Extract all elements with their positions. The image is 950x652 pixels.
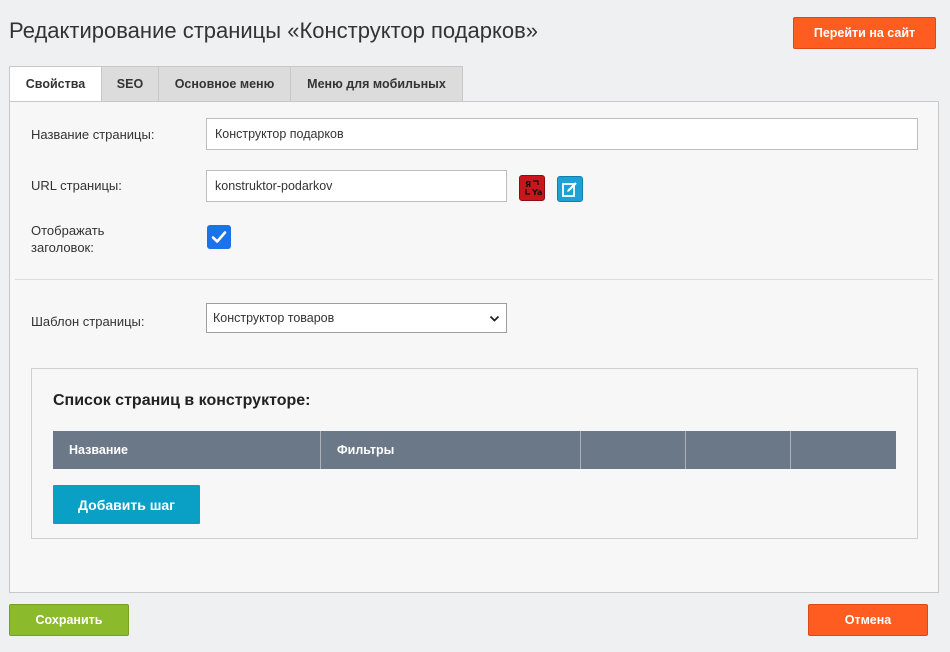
tab-properties[interactable]: Свойства [9, 66, 102, 102]
template-select[interactable]: Конструктор товаров [206, 303, 507, 333]
add-step-button[interactable]: Добавить шаг [53, 485, 200, 524]
url-label: URL страницы: [31, 178, 122, 193]
tab-main-menu[interactable]: Основное меню [159, 66, 291, 102]
constructor-table-header: Название Фильтры [53, 431, 896, 469]
show-title-label: Отображать заголовок: [31, 222, 104, 256]
section-divider [15, 279, 933, 280]
constructor-pages-box: Список страниц в конструкторе: Название … [31, 368, 918, 539]
tab-mobile-menu[interactable]: Меню для мобильных [291, 66, 463, 102]
show-title-label-line2: заголовок: [31, 240, 94, 255]
save-button[interactable]: Сохранить [9, 604, 129, 636]
svg-text:Ya: Ya [531, 188, 542, 197]
chevron-down-icon [489, 315, 500, 322]
column-empty-2 [686, 431, 791, 469]
show-title-checkbox[interactable] [207, 225, 231, 249]
page-title: Редактирование страницы «Конструктор под… [9, 18, 538, 43]
page-name-label: Название страницы: [31, 127, 155, 142]
edit-icon[interactable] [557, 176, 583, 202]
tab-bar: Свойства SEO Основное меню Меню для моби… [9, 66, 463, 102]
properties-panel: Название страницы: Конструктор подарков … [9, 101, 939, 593]
svg-text:Я: Я [525, 180, 531, 189]
url-input[interactable]: konstruktor-podarkov [206, 170, 507, 202]
show-title-label-line1: Отображать [31, 223, 105, 238]
checkmark-icon [211, 231, 227, 243]
tab-seo[interactable]: SEO [102, 66, 159, 102]
translit-icon[interactable]: Я Ya [519, 175, 545, 201]
constructor-pages-title: Список страниц в конструкторе: [53, 392, 311, 409]
column-empty-1 [581, 431, 686, 469]
template-select-value: Конструктор товаров [213, 311, 335, 325]
go-to-site-button[interactable]: Перейти на сайт [793, 17, 936, 49]
column-empty-3 [791, 431, 896, 469]
page-name-input[interactable]: Конструктор подарков [206, 118, 918, 150]
column-filters: Фильтры [321, 431, 581, 469]
template-label: Шаблон страницы: [31, 314, 145, 329]
cancel-button[interactable]: Отмена [808, 604, 928, 636]
column-name: Название [53, 431, 321, 469]
